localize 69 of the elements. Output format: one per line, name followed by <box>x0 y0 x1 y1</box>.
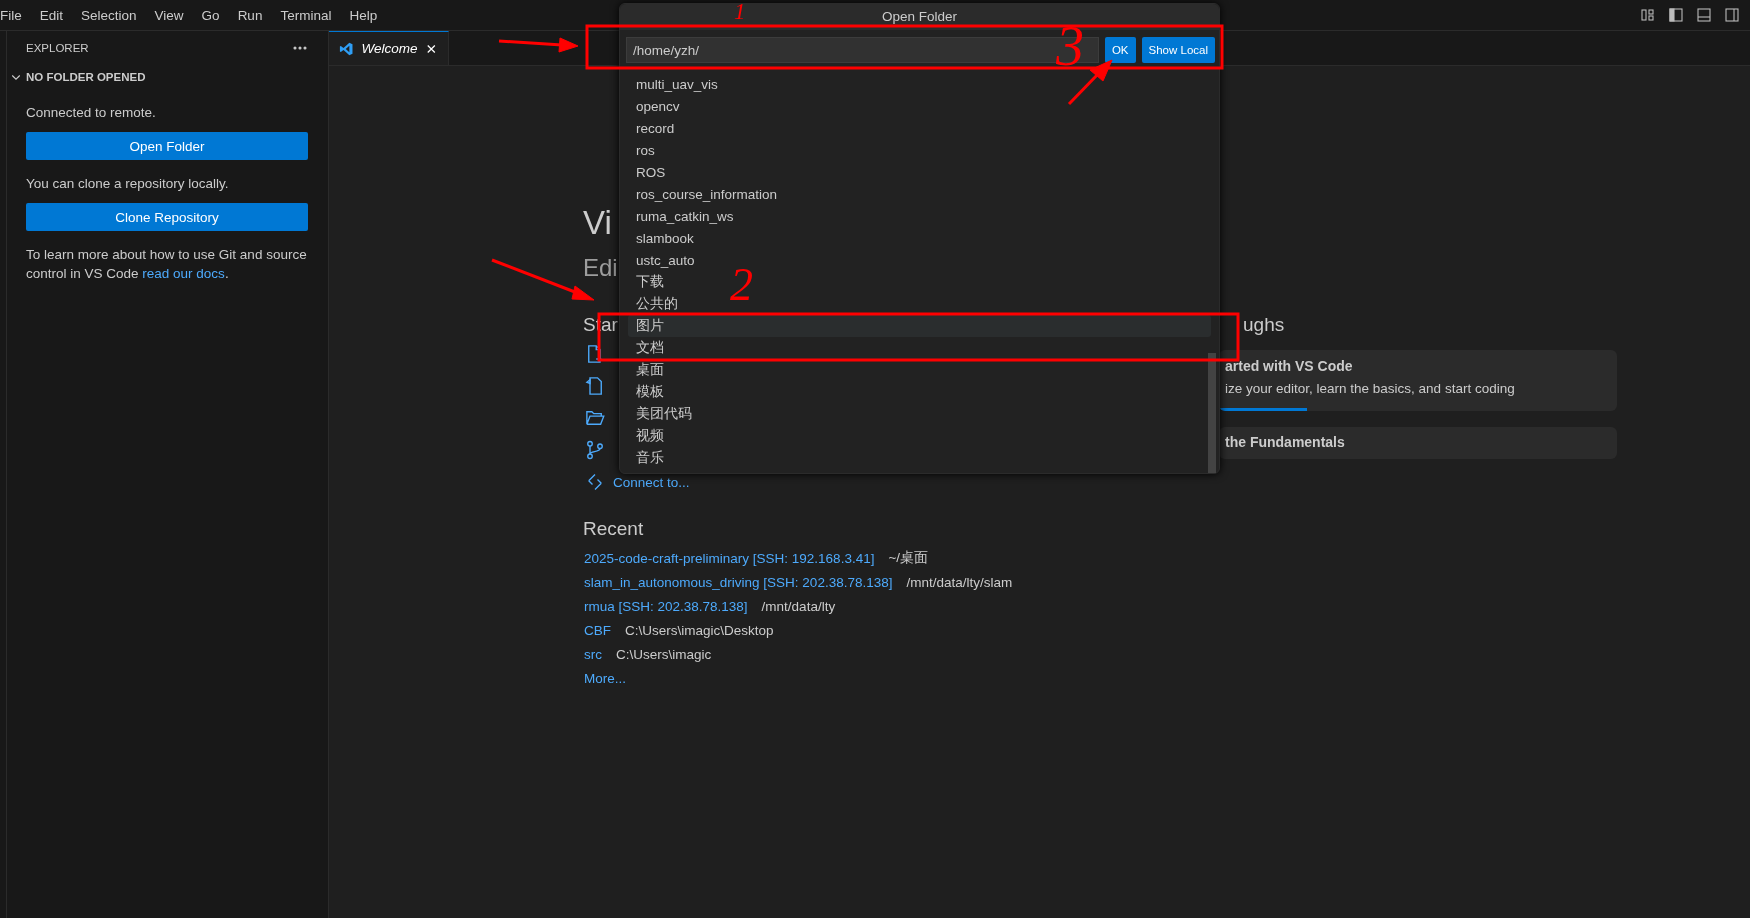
recent-link[interactable]: CBF <box>584 622 611 638</box>
recent-path: ~/桌面 <box>888 549 929 567</box>
folder-item[interactable]: 图片 <box>628 315 1211 337</box>
layout-icon <box>1640 7 1656 23</box>
folder-item[interactable]: ros_course_information <box>628 183 786 205</box>
panel-toggle-icon <box>1696 7 1712 23</box>
folder-item[interactable]: ROS <box>628 161 674 183</box>
recent-link[interactable]: src <box>584 646 602 662</box>
ok-button[interactable]: OK <box>1104 37 1136 63</box>
open-folder-button[interactable]: Open Folder <box>26 132 308 160</box>
branch-icon <box>585 440 605 460</box>
annotation-number: 2 <box>730 262 753 308</box>
sidebar-text: Connected to remote. <box>26 104 157 122</box>
menu-item[interactable]: Selection <box>72 7 146 23</box>
folder-item[interactable]: ros <box>628 139 663 161</box>
folder-item[interactable]: 视频 <box>628 425 672 447</box>
recent-path: /mnt/data/lty <box>761 598 836 614</box>
menu-item[interactable]: Edit <box>30 7 73 23</box>
sidebar-text: You can clone a repository locally. <box>26 175 230 193</box>
card-description: ize your editor, learn the basics, and start coding <box>1225 381 1516 396</box>
recent-link[interactable]: 2025-code-craft-preliminary [SSH: 192.168.3.41] <box>584 550 875 566</box>
folder-item[interactable]: 美团代码 <box>628 403 700 425</box>
editor-tab[interactable]: Welcome <box>329 31 449 65</box>
folder-item[interactable]: 桌面 <box>628 359 672 381</box>
folder-item[interactable]: 文档 <box>628 337 672 359</box>
folder-item[interactable]: record <box>628 117 683 139</box>
recent-path: C:\Users\imagic <box>616 646 712 662</box>
section-heading: Recent <box>583 517 645 541</box>
annotation-number: 1 <box>734 0 746 23</box>
menu-item[interactable]: Run <box>228 7 272 23</box>
folder-item[interactable]: ruma_catkin_ws <box>628 205 742 227</box>
folder-item[interactable]: 公共的 <box>628 293 686 315</box>
card-title: arted with VS Code <box>1225 358 1354 374</box>
menu-item[interactable]: View <box>145 7 193 23</box>
recent-link[interactable]: rmua [SSH: 202.38.78.138] <box>584 598 748 614</box>
folder-item[interactable]: slambook <box>628 227 702 249</box>
welcome-subtitle: Edi <box>583 253 618 283</box>
welcome-title: Vi <box>583 203 612 243</box>
show-local-button[interactable]: Show Local <box>1141 37 1215 63</box>
section-header[interactable]: NO FOLDER OPENED <box>26 71 146 83</box>
section-heading: ughs <box>1243 313 1285 337</box>
sidebar-toggle-icon <box>1668 7 1684 23</box>
sidebar-title: EXPLORER <box>26 42 89 54</box>
split-icon <box>1724 7 1740 23</box>
sidebar-paragraph: To learn more about how to use Git and source control in VS Code read our docs. <box>26 246 308 283</box>
clone-repository-button[interactable]: Clone Repository <box>26 203 308 231</box>
folder-item[interactable]: 下载 <box>628 271 672 293</box>
scrollbar-thumb[interactable] <box>1208 353 1216 473</box>
recent-path: C:\Users\imagic\Desktop <box>625 622 774 638</box>
card-title: the Fundamentals <box>1225 434 1346 450</box>
walkthrough-card[interactable]: arted with VS Code ize your editor, learn the basics, and start coding <box>1219 350 1617 411</box>
vscode-logo-icon <box>339 40 354 57</box>
folder-item[interactable]: 模板 <box>628 381 672 403</box>
recent-link[interactable]: slam_in_autonomous_driving [SSH: 202.38.78.138] <box>584 574 893 590</box>
menu-item[interactable]: Go <box>192 7 229 23</box>
folder-item[interactable]: opencv <box>628 95 688 117</box>
menu-item[interactable]: File <box>0 7 31 23</box>
folder-item[interactable]: ustc_auto <box>628 249 703 271</box>
more-link[interactable]: More... <box>584 670 626 686</box>
folder-item[interactable]: multi_uav_vis <box>628 73 726 95</box>
menu-item[interactable]: Help <box>340 7 387 23</box>
file-icon <box>585 376 605 396</box>
docs-link[interactable]: read our docs <box>142 266 225 281</box>
folder-icon <box>585 408 605 428</box>
start-link[interactable]: Connect to... <box>613 474 690 490</box>
walkthrough-card[interactable]: the Fundamentals <box>1219 427 1617 459</box>
menu-item[interactable]: Terminal <box>271 7 341 23</box>
folder-item[interactable]: 音乐 <box>628 447 672 469</box>
recent-path: /mnt/data/lty/slam <box>906 574 1013 590</box>
